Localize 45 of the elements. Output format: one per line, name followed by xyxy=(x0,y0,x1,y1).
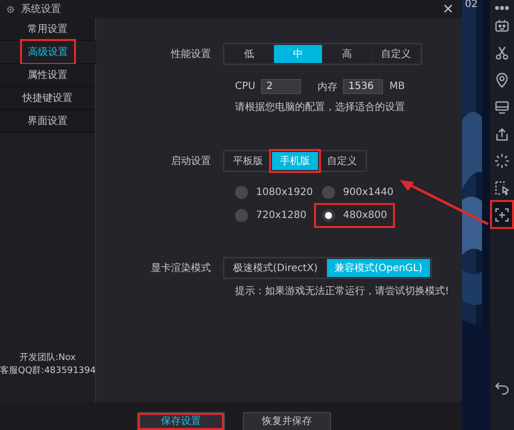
sidebar-item[interactable]: 快捷键设置 xyxy=(0,87,95,110)
setting-label: 启动设置 xyxy=(170,154,212,168)
sidebar-item[interactable]: 属性设置 xyxy=(0,64,95,87)
performance-option[interactable]: 自定义 xyxy=(372,45,420,63)
support-group: 客服QQ群:483591394 xyxy=(0,365,95,378)
hint-text: 提示：如果游戏无法正常运行，请尝试切换模式! xyxy=(235,284,450,298)
footer-button[interactable]: 保存设置 xyxy=(137,412,225,430)
robot-icon xyxy=(494,18,510,34)
window-title: 系统设置 xyxy=(21,2,62,16)
performance-option[interactable]: 低 xyxy=(225,45,273,63)
hint-text: 请根据您电脑的配置，选择适合的设置 xyxy=(235,100,406,114)
setting-label: 显卡渲染模式 xyxy=(150,262,212,275)
radio-button[interactable] xyxy=(235,209,248,222)
scissors-icon xyxy=(494,44,510,60)
memory-label: 内存 xyxy=(317,80,338,94)
resolution-option[interactable]: 720x1280 xyxy=(235,207,310,224)
upload-icon xyxy=(494,126,510,142)
memory-field[interactable]: 1536 xyxy=(343,79,384,94)
team-credit: 开发团队:Nox xyxy=(18,352,77,365)
startup-option[interactable]: 自定义 xyxy=(319,152,365,170)
cursor-frame-icon xyxy=(494,180,510,196)
setting-label: 性能设置 xyxy=(170,48,212,61)
performance-option[interactable]: 高 xyxy=(323,45,371,63)
sidebar-item[interactable]: 常用设置 xyxy=(0,18,95,41)
sidebar-item[interactable]: 高级设置 xyxy=(0,41,96,64)
radio-button[interactable] xyxy=(235,186,248,199)
resolution-option[interactable]: 1080x1920 xyxy=(235,184,317,201)
sparkle-icon xyxy=(494,152,510,168)
radio-button[interactable] xyxy=(322,186,335,199)
resolution-option[interactable]: 900x1440 xyxy=(322,184,398,201)
radio-button[interactable] xyxy=(322,209,335,222)
startup-option[interactable]: 平板版 xyxy=(225,152,271,170)
close-button[interactable]: × xyxy=(440,2,456,16)
gear-icon xyxy=(6,4,15,14)
screenshot-icon xyxy=(494,206,510,222)
toolbar-button[interactable] xyxy=(491,201,513,228)
memory-unit: MB xyxy=(389,81,405,92)
resolution-option[interactable]: 480x800 xyxy=(318,207,392,224)
cpu-field[interactable]: 2 xyxy=(261,79,302,94)
cpu-label: CPU xyxy=(235,81,256,92)
location-pin-icon xyxy=(494,72,510,88)
monitor-icon xyxy=(494,98,510,114)
footer-button[interactable]: 恢复并保存 xyxy=(243,412,331,430)
sidebar-item[interactable]: 界面设置 xyxy=(0,110,95,133)
render-mode-option[interactable]: 极速模式(DirectX) xyxy=(225,259,326,277)
